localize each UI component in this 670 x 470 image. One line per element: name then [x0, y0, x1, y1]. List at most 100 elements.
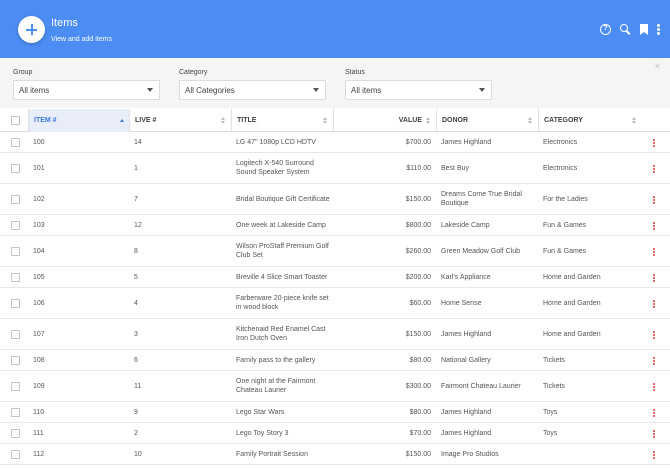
table-row[interactable]: 100 14 LG 47" 1080p LCD HDTV $700.00 James H… — [0, 132, 670, 153]
cell-category: Fun & Games — [543, 247, 587, 255]
cell-donor: James Highland — [441, 330, 492, 338]
cell-donor: Dreams Come True Bridal Boutique — [441, 191, 522, 207]
row-menu-icon[interactable] — [653, 138, 655, 147]
cell-value: $80.00 — [409, 356, 431, 364]
table-row[interactable]: 106 4 Farberware 20-piece knife set in woo… — [0, 288, 670, 319]
help-icon[interactable] — [600, 24, 611, 35]
row-checkbox[interactable] — [11, 381, 20, 391]
header-actions — [600, 24, 660, 35]
cell-item: 104 — [33, 247, 45, 255]
sort-ascending-icon — [120, 119, 124, 122]
table-row[interactable]: 101 1 Logitech X-540 Surround Sound Speake… — [0, 153, 670, 184]
cell-value: $200.00 — [405, 273, 431, 281]
row-checkbox[interactable] — [11, 194, 20, 204]
cell-item: 112 — [33, 450, 45, 458]
row-checkbox[interactable] — [11, 428, 20, 438]
row-checkbox[interactable] — [11, 329, 20, 339]
cell-value: $150.00 — [405, 450, 431, 458]
more-icon[interactable] — [657, 24, 660, 35]
cell-item: 100 — [33, 138, 45, 146]
row-menu-icon[interactable] — [653, 408, 655, 417]
table-row[interactable]: 111 2 Lego Toy Story 3 $70.00 James Highland… — [0, 423, 670, 444]
filter-bar: × Group All items Category All Categorie… — [0, 58, 670, 108]
cell-value: $110.00 — [406, 164, 431, 172]
cell-category: Home and Garden — [543, 299, 601, 307]
row-menu-icon[interactable] — [653, 247, 655, 256]
column-header-category[interactable]: CATEGORY — [538, 109, 642, 132]
row-menu-icon[interactable] — [653, 429, 655, 438]
table-row[interactable]: 102 7 Bridal Boutique Gift Certificate $150… — [0, 184, 670, 215]
row-menu-icon[interactable] — [653, 195, 655, 204]
cell-live: 11 — [134, 382, 142, 390]
row-checkbox[interactable] — [11, 246, 20, 256]
cell-donor: Image Pro Studios — [441, 450, 499, 458]
column-header-live[interactable]: LIVE # — [129, 109, 231, 132]
cell-title: LG 47" 1080p LCD HDTV — [236, 138, 316, 146]
row-checkbox[interactable] — [11, 407, 20, 417]
column-header-donor-label: DONOR — [442, 117, 469, 124]
row-menu-icon[interactable] — [653, 382, 655, 391]
group-filter-select[interactable]: All items — [13, 80, 160, 100]
cell-category: Home and Garden — [543, 330, 601, 338]
cell-live: 9 — [134, 408, 138, 416]
row-menu-icon[interactable] — [653, 299, 655, 308]
cell-donor: Fairmont Chateau Laurier — [441, 382, 521, 390]
cell-value: $80.00 — [409, 408, 431, 416]
bookmark-icon[interactable] — [640, 24, 648, 35]
sort-icon — [221, 117, 226, 124]
cell-value: $260.00 — [405, 247, 431, 255]
row-menu-icon[interactable] — [653, 221, 655, 230]
close-filters-icon[interactable]: × — [655, 62, 660, 71]
table-row[interactable]: 109 11 One night at the Fairmont Chateau L… — [0, 371, 670, 402]
row-menu-icon[interactable] — [653, 330, 655, 339]
table-row[interactable]: 103 12 One week at Lakeside Camp $800.00 Lak… — [0, 215, 670, 236]
table-row[interactable]: 107 3 Kitchenaid Red Enamel Cast Iron Dutc… — [0, 319, 670, 350]
cell-item: 108 — [33, 356, 45, 364]
cell-item: 105 — [33, 273, 45, 281]
table-row[interactable]: 105 5 Breville 4 Slice Smart Toaster $200.0… — [0, 267, 670, 288]
row-checkbox[interactable] — [11, 272, 20, 282]
cell-value: $800.00 — [405, 221, 431, 229]
cell-category: For the Ladies — [543, 195, 588, 203]
cell-item: 110 — [33, 408, 45, 416]
row-checkbox[interactable] — [11, 449, 20, 459]
row-checkbox[interactable] — [11, 220, 20, 230]
row-checkbox[interactable] — [11, 163, 20, 173]
cell-live: 7 — [134, 195, 138, 203]
cell-item: 107 — [33, 330, 45, 338]
row-menu-icon[interactable] — [653, 164, 655, 173]
add-item-button[interactable] — [18, 16, 45, 43]
select-all-checkbox[interactable] — [11, 116, 20, 125]
cell-live: 8 — [134, 247, 138, 255]
column-header-donor[interactable]: DONOR — [436, 109, 538, 132]
column-header-item[interactable]: ITEM # — [28, 109, 129, 132]
search-icon[interactable] — [620, 24, 631, 35]
cell-category: Toys — [543, 408, 558, 416]
table-row[interactable]: 110 9 Lego Star Wars $80.00 James Highland To… — [0, 402, 670, 423]
column-header-title[interactable]: TITLE — [231, 109, 333, 132]
cell-live: 1 — [134, 164, 138, 172]
page-subtitle: View and add items — [51, 36, 112, 43]
status-filter-select[interactable]: All items — [345, 80, 492, 100]
table-row[interactable]: 104 8 Wilson ProStaff Premium Golf Club Se… — [0, 236, 670, 267]
page-title: Items — [51, 17, 78, 29]
table-row[interactable]: 108 6 Family pass to the gallery $80.00 Nati… — [0, 350, 670, 371]
cell-live: 10 — [134, 450, 142, 458]
table-row[interactable]: 112 10 Family Portrait Session $150.00 Image… — [0, 444, 670, 465]
sort-icon — [528, 117, 533, 124]
cell-title: Wilson ProStaff Premium Golf Club Set — [236, 243, 329, 259]
row-menu-icon[interactable] — [653, 356, 655, 365]
column-header-value[interactable]: VALUE — [333, 109, 436, 132]
column-header-item-label: ITEM # — [34, 117, 57, 124]
category-filter-select[interactable]: All Categories — [179, 80, 326, 100]
row-menu-icon[interactable] — [653, 273, 655, 282]
cell-donor: National Gallery — [441, 356, 491, 364]
row-menu-icon[interactable] — [653, 450, 655, 459]
cell-category: Fun & Games — [543, 221, 587, 229]
cell-item: 103 — [33, 221, 45, 229]
cell-title: Family pass to the gallery — [236, 356, 316, 364]
column-header-category-label: CATEGORY — [544, 117, 583, 124]
row-checkbox[interactable] — [11, 137, 20, 147]
row-checkbox[interactable] — [11, 355, 20, 365]
row-checkbox[interactable] — [11, 298, 20, 308]
